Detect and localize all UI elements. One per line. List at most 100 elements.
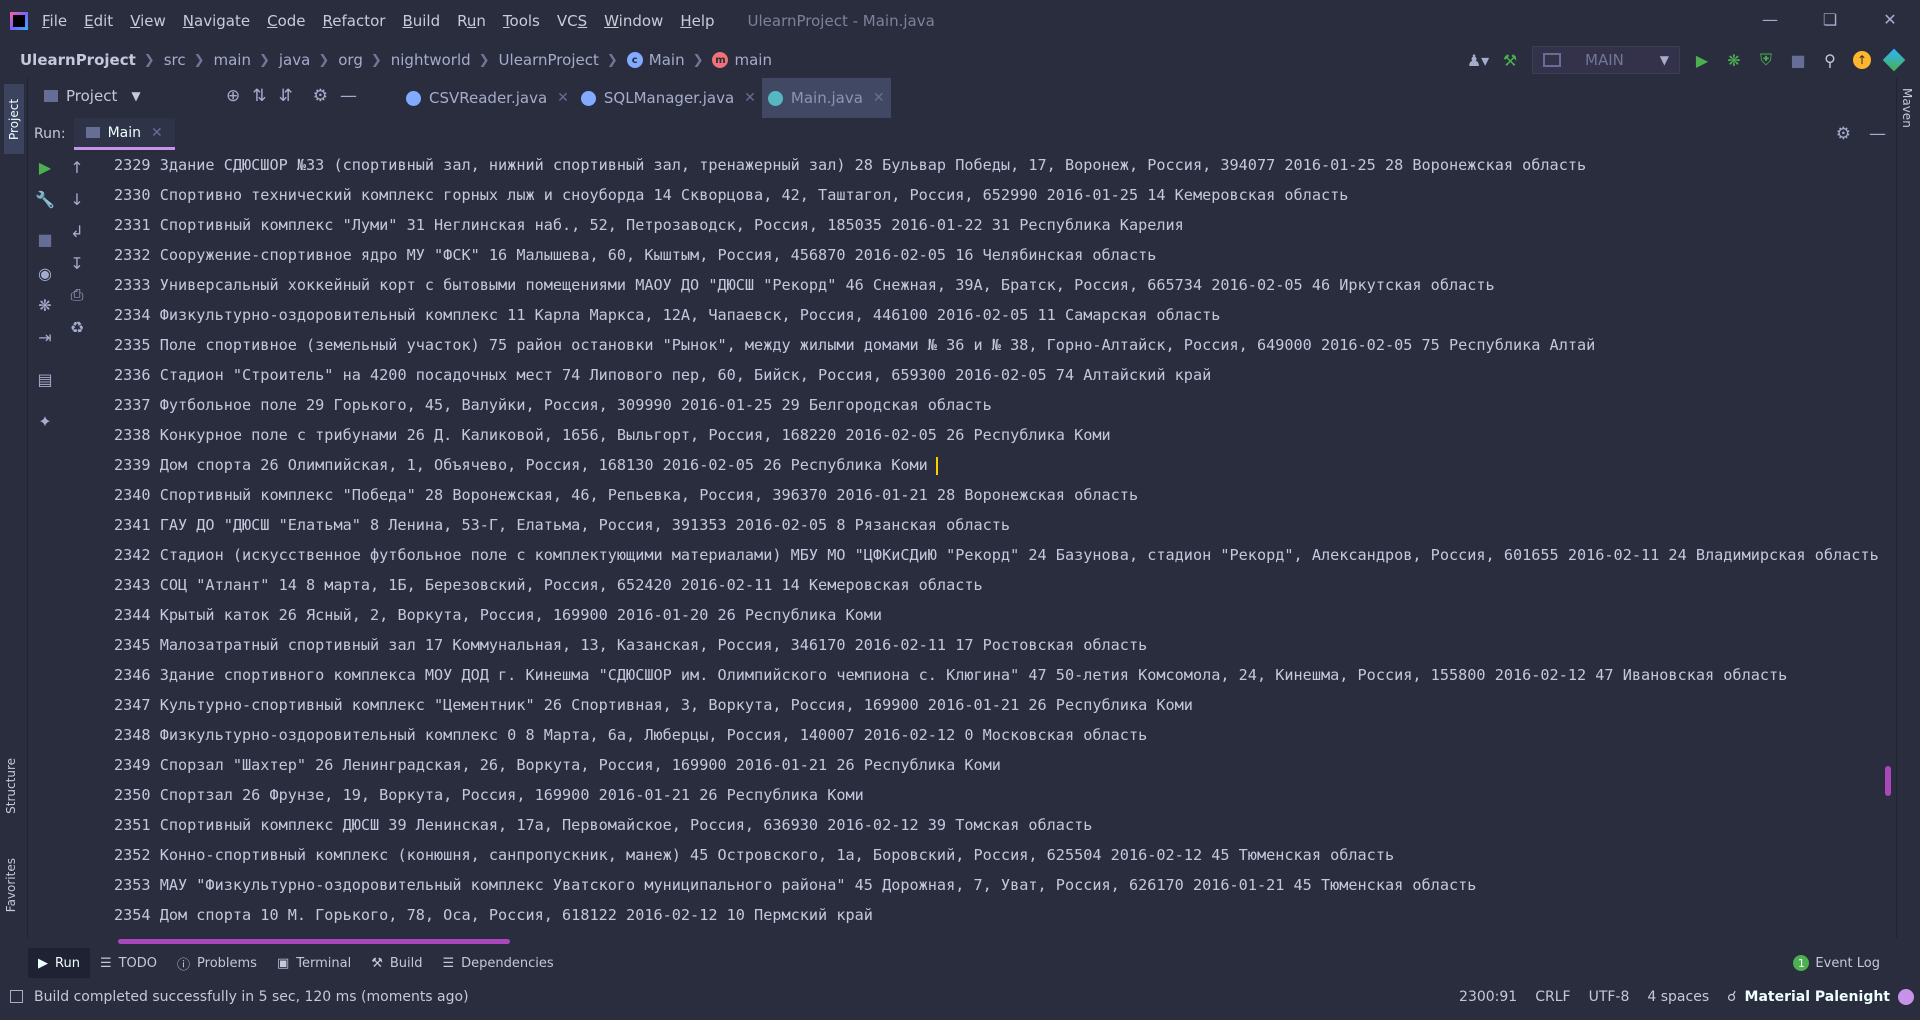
- project-folder-icon: [44, 90, 58, 102]
- file-encoding[interactable]: UTF-8: [1589, 989, 1630, 1005]
- tool-tab-dependencies[interactable]: ☰ Dependencies: [433, 948, 564, 978]
- rerun-icon[interactable]: ▶: [34, 156, 56, 178]
- hide-icon[interactable]: —: [1869, 124, 1886, 144]
- breadcrumb-class[interactable]: c Main ❯: [626, 51, 713, 69]
- trash-icon[interactable]: ♻: [66, 316, 88, 338]
- close-icon[interactable]: ✕: [151, 125, 163, 141]
- search-icon[interactable]: ⚲: [1814, 46, 1846, 74]
- lock-icon[interactable]: ☌: [1727, 989, 1736, 1005]
- console-output[interactable]: 2329 Здание СДЮСШОР №33 (спортивный зал,…: [104, 150, 1894, 930]
- event-log-button[interactable]: 1 Event Log: [1793, 948, 1880, 978]
- expand-all-icon[interactable]: ⇅: [252, 86, 266, 106]
- print-icon[interactable]: ⎙: [66, 284, 88, 306]
- menu-run[interactable]: Run: [457, 12, 486, 30]
- gear-icon[interactable]: ⚙: [313, 86, 328, 106]
- breadcrumb-method[interactable]: m main: [712, 51, 772, 69]
- breadcrumb-src[interactable]: src ❯: [164, 51, 214, 69]
- breadcrumb-org[interactable]: org ❯: [338, 51, 391, 69]
- maven-tool-tab[interactable]: Maven: [1900, 88, 1914, 128]
- caret-position[interactable]: 2300:91: [1459, 989, 1517, 1005]
- menu-vcs[interactable]: VCS: [557, 12, 587, 30]
- line-separator[interactable]: CRLF: [1535, 989, 1570, 1005]
- tab-label: SQLManager.java: [603, 89, 735, 107]
- tool-tab-run[interactable]: ▶ Run: [28, 948, 90, 978]
- structure-tool-tab[interactable]: Structure: [4, 758, 18, 814]
- chevron-right-icon: ❯: [258, 52, 270, 68]
- gear-icon[interactable]: ⚙: [1836, 124, 1851, 144]
- indent-setting[interactable]: 4 spaces: [1647, 989, 1709, 1005]
- toolbox-icon[interactable]: [1878, 46, 1910, 74]
- run-configuration-select[interactable]: MAIN ▼: [1532, 46, 1680, 74]
- tool-tab-build[interactable]: ⚒ Build: [361, 948, 432, 978]
- menu-refactor[interactable]: Refactor: [323, 12, 386, 30]
- layout-icon[interactable]: ▤: [34, 368, 56, 390]
- locate-icon[interactable]: ⊕: [226, 86, 240, 106]
- project-tool-tab[interactable]: Project: [4, 84, 24, 154]
- run-icon[interactable]: ▶: [1686, 46, 1718, 74]
- console-line: 2347 Культурно-спортивный комплекс "Цеме…: [114, 696, 1193, 714]
- soft-wrap-icon[interactable]: ↲: [66, 220, 88, 242]
- debugger-icon[interactable]: ❋: [34, 294, 56, 316]
- breadcrumb-label: main: [734, 51, 772, 69]
- console-line: 2335 Поле спортивное (земельный участок)…: [114, 336, 1596, 354]
- breadcrumb-project[interactable]: UlearnProject ❯: [20, 51, 164, 69]
- tab-csvreader[interactable]: CSVReader.java ✕: [400, 78, 575, 118]
- arrow-down-icon[interactable]: ↓: [66, 188, 88, 210]
- debug-icon[interactable]: ❋: [1718, 46, 1750, 74]
- tool-tab-problems[interactable]: ⓘ Problems: [167, 948, 267, 978]
- close-icon[interactable]: ✕: [557, 90, 569, 106]
- tool-tab-terminal[interactable]: ▣ Terminal: [267, 948, 361, 978]
- tab-sqlmanager[interactable]: SQLManager.java ✕: [575, 78, 762, 118]
- add-user-icon[interactable]: ♟▾: [1462, 46, 1494, 74]
- collapse-all-icon[interactable]: ⇵: [279, 86, 293, 106]
- restore-icon[interactable]: ❏: [1800, 0, 1860, 38]
- menu-build[interactable]: Build: [402, 12, 440, 30]
- scroll-to-end-icon[interactable]: ↧: [66, 252, 88, 274]
- close-icon[interactable]: ✕: [873, 90, 885, 106]
- tool-windows-icon[interactable]: [10, 990, 23, 1003]
- breadcrumb-nightworld[interactable]: nightworld ❯: [391, 51, 499, 69]
- arrow-up-icon[interactable]: ↑: [66, 156, 88, 178]
- menu-navigate[interactable]: Navigate: [183, 12, 250, 30]
- breadcrumb-main[interactable]: main ❯: [214, 51, 279, 69]
- wrench-icon[interactable]: 🔧: [34, 188, 56, 210]
- tab-label: Main.java: [790, 89, 863, 107]
- theme-name[interactable]: Material Palenight: [1745, 989, 1890, 1005]
- tool-tab-todo[interactable]: ☰ TODO: [90, 948, 167, 978]
- build-hammer-icon[interactable]: ⚒: [1494, 46, 1526, 74]
- status-widgets: 2300:91 CRLF UTF-8 4 spaces ☌ Material P…: [1459, 982, 1920, 1012]
- right-tool-stripe: Maven: [1896, 78, 1920, 938]
- horizontal-scrollbar[interactable]: [118, 939, 510, 944]
- favorites-tool-tab[interactable]: Favorites: [4, 858, 18, 912]
- run-tab-label: Main: [107, 124, 141, 141]
- console-line: 2331 Спортивный комплекс "Луми" 31 Негли…: [114, 216, 1184, 234]
- menu-code[interactable]: Code: [267, 12, 305, 30]
- vertical-scrollbar[interactable]: [1885, 766, 1891, 796]
- update-icon[interactable]: ↑: [1846, 46, 1878, 74]
- run-tab-main[interactable]: Main ✕: [73, 118, 175, 150]
- breadcrumb-package[interactable]: UlearnProject ❯: [499, 51, 627, 69]
- exit-icon[interactable]: ⇥: [34, 326, 56, 348]
- camera-icon[interactable]: ◉: [34, 262, 56, 284]
- menu-file[interactable]: File: [42, 12, 67, 30]
- menu-help[interactable]: Help: [680, 12, 714, 30]
- title-bar: File Edit View Navigate Code Refactor Build Run…: [0, 0, 1920, 42]
- minimize-icon[interactable]: —: [1740, 0, 1800, 38]
- breadcrumb-label: UlearnProject: [20, 51, 136, 69]
- breadcrumb-java[interactable]: java ❯: [279, 51, 338, 69]
- menu-tools[interactable]: Tools: [503, 12, 540, 30]
- close-icon[interactable]: ✕: [744, 90, 756, 106]
- menu-window[interactable]: Window: [604, 12, 663, 30]
- stop-icon[interactable]: ■: [34, 228, 56, 250]
- pin-icon[interactable]: ✦: [34, 410, 56, 432]
- menu-edit[interactable]: Edit: [84, 12, 113, 30]
- tool-tab-label: TODO: [118, 955, 158, 971]
- application-config-icon: [1543, 53, 1561, 67]
- tab-main[interactable]: Main.java ✕: [761, 78, 891, 118]
- project-panel-tools: ⊕ ⇅ ⇵ ⚙ —: [226, 78, 357, 114]
- stop-icon[interactable]: ■: [1782, 46, 1814, 74]
- menu-view[interactable]: View: [130, 12, 166, 30]
- coverage-icon[interactable]: ⛨: [1750, 46, 1782, 74]
- hide-icon[interactable]: —: [340, 86, 357, 106]
- close-icon[interactable]: ✕: [1860, 0, 1920, 38]
